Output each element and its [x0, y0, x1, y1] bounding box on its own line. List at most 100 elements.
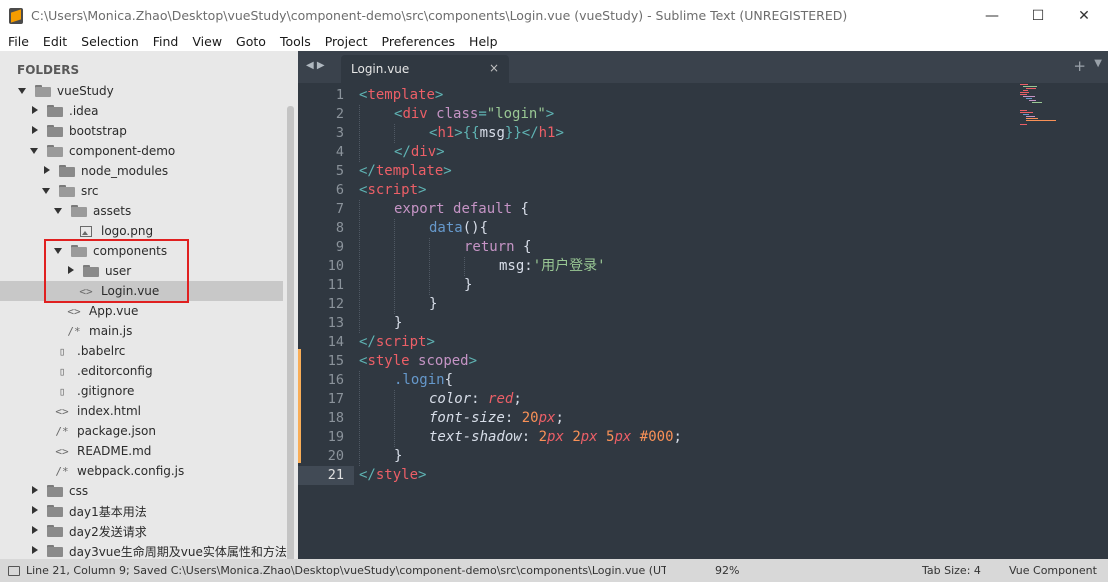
tree-label: .idea [69, 104, 99, 118]
disclosure-down-icon[interactable] [41, 181, 53, 201]
tree-folder-component-demo[interactable]: component-demo [0, 141, 283, 161]
tree-folder-day3[interactable]: day3vue生命周期及vue实体属性和方法 [0, 541, 287, 559]
close-button[interactable]: ✕ [1061, 0, 1107, 31]
line-number: 3 [335, 125, 344, 141]
disclosure-right-icon[interactable] [29, 521, 41, 541]
tree-file-webpack-config-js[interactable]: /* webpack.config.js [0, 461, 283, 481]
code-token: 2 [538, 429, 548, 445]
tree-file-logo-png[interactable]: logo.png [0, 221, 283, 241]
panel-toggle-icon[interactable] [8, 565, 20, 576]
sidebar: FOLDERS vueStudy .idea bootstrap compone… [0, 51, 298, 559]
code-token: px [614, 429, 640, 445]
tab-close-icon[interactable]: × [489, 61, 499, 75]
code-token: script [367, 182, 419, 198]
tree-file-gitignore[interactable]: ▯ .gitignore [0, 381, 283, 401]
line-number: 2 [335, 106, 344, 122]
disclosure-down-icon[interactable] [17, 81, 29, 101]
tree-folder-idea[interactable]: .idea [0, 101, 283, 121]
code-token: > [434, 87, 444, 103]
menu-selection[interactable]: Selection [81, 34, 139, 49]
line-number: 17 [327, 391, 344, 407]
code-token: color [429, 391, 472, 407]
tree-file-package-json[interactable]: /* package.json [0, 421, 283, 441]
menu-project[interactable]: Project [325, 34, 368, 49]
disclosure-right-icon[interactable] [29, 101, 41, 121]
code-token: 20 [521, 410, 539, 426]
tree-folder-day2[interactable]: day2发送请求 [0, 521, 283, 541]
disclosure-right-icon[interactable] [29, 481, 41, 501]
new-tab-plus-icon[interactable]: + [1073, 57, 1086, 75]
folder-open-icon [71, 205, 87, 217]
status-tab-size[interactable]: Tab Size: 4 [922, 564, 981, 577]
menu-preferences[interactable]: Preferences [382, 34, 456, 49]
code-token: red [488, 391, 514, 407]
tree-folder-css[interactable]: css [0, 481, 283, 501]
disclosure-right-icon[interactable] [29, 501, 41, 521]
disclosure-right-icon[interactable] [41, 161, 53, 181]
text-file-icon: ▯ [58, 364, 66, 378]
tree-label: .gitignore [77, 384, 135, 398]
tree-folder-bootstrap[interactable]: bootstrap [0, 121, 283, 141]
code-line-3: <h1>{{msg}}</h1> [429, 124, 564, 143]
code-token: </ [359, 163, 376, 179]
menu-help[interactable]: Help [469, 34, 498, 49]
code-token: > [468, 353, 478, 369]
window-title: C:\Users\Monica.Zhao\Desktop\vueStudy\co… [31, 8, 848, 23]
disclosure-down-icon[interactable] [29, 141, 41, 161]
tree-folder-node-modules[interactable]: node_modules [0, 161, 283, 181]
tree-folder-src[interactable]: src [0, 181, 283, 201]
indent-guide [394, 124, 395, 143]
menu-tools[interactable]: Tools [280, 34, 311, 49]
tab-nav-arrows-icon[interactable]: ◀ ▶ [306, 60, 325, 71]
tree-file-main-js[interactable]: /* main.js [0, 321, 283, 341]
code-token: div [402, 106, 428, 122]
menu-view[interactable]: View [192, 34, 222, 49]
code-token: '用户登录' [532, 258, 606, 274]
tree-file-readme-md[interactable]: <> README.md [0, 441, 283, 461]
markup-file-icon: <> [67, 304, 81, 318]
menu-file[interactable]: File [8, 34, 29, 49]
disclosure-right-icon[interactable] [29, 121, 41, 141]
tree-label: assets [93, 204, 132, 218]
tree-folder-assets[interactable]: assets [0, 201, 283, 221]
code-token: font-size [429, 410, 505, 426]
minimap[interactable] [1020, 84, 1060, 129]
code-line-4: </div> [394, 143, 445, 162]
code-line-20: } [394, 447, 402, 466]
tree-folder-vuestudy[interactable]: vueStudy [0, 81, 283, 101]
menu-goto[interactable]: Goto [236, 34, 266, 49]
tab-label: Login.vue [351, 62, 410, 76]
menu-find[interactable]: Find [153, 34, 179, 49]
code-token: px [580, 429, 607, 445]
status-syntax[interactable]: Vue Component [1009, 564, 1097, 577]
minimize-button[interactable]: — [969, 0, 1015, 31]
sidebar-scrollbar[interactable] [287, 106, 294, 559]
tab-login-vue[interactable]: Login.vue × [341, 55, 509, 83]
code-line-2: <div class="login"> [394, 105, 554, 124]
code-token: px [538, 410, 556, 426]
maximize-button[interactable]: ☐ [1015, 0, 1061, 31]
code-token: { [512, 201, 529, 217]
tree-label: package.json [77, 424, 157, 438]
tree-file-app-vue[interactable]: <> App.vue [0, 301, 283, 321]
tree-file-babelrc[interactable]: ▯ .babelrc [0, 341, 283, 361]
tree-file-index-html[interactable]: <> index.html [0, 401, 283, 421]
line-number: 4 [335, 144, 344, 160]
code-token: scoped [418, 353, 469, 369]
line-number: 10 [327, 258, 344, 274]
tree-file-editorconfig[interactable]: ▯ .editorconfig [0, 361, 283, 381]
code-token: default [453, 201, 513, 217]
folder-icon [47, 125, 63, 137]
code-area[interactable]: <template> <div class="login"> <h1>{{msg… [359, 83, 999, 559]
status-position: Line 21, Column 9; Saved C:\Users\Monica… [26, 564, 666, 577]
code-token: ; [555, 410, 564, 426]
code-token: style [375, 467, 419, 483]
disclosure-right-icon[interactable] [29, 541, 41, 559]
code-token: "login" [486, 106, 546, 122]
menu-edit[interactable]: Edit [43, 34, 67, 49]
disclosure-down-icon[interactable] [53, 201, 65, 221]
title-bar: C:\Users\Monica.Zhao\Desktop\vueStudy\co… [0, 0, 1108, 31]
line-number: 20 [327, 448, 344, 464]
tab-dropdown-icon[interactable]: ▼ [1094, 58, 1102, 69]
tree-folder-day1[interactable]: day1基本用法 [0, 501, 283, 521]
